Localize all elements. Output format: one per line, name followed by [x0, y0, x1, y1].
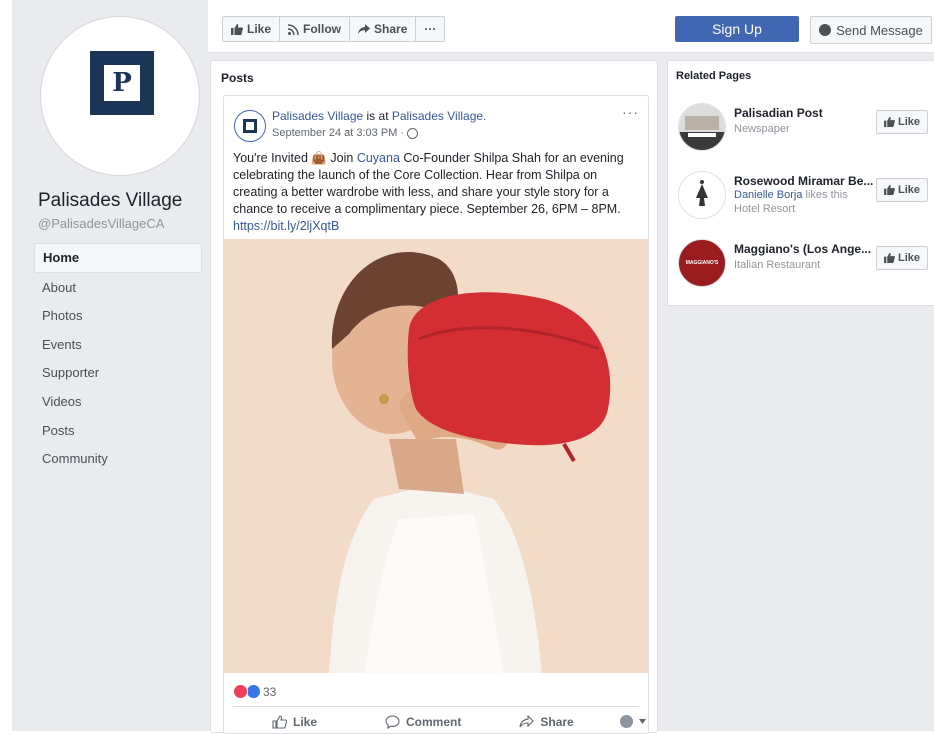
post-header: Palisades Village is at Palisades Villag…: [272, 109, 486, 123]
post-timestamp[interactable]: September 24 at 3:03 PM ·: [272, 127, 419, 139]
related-page-category: Hotel Resort: [734, 203, 796, 215]
related-like-label: Like: [897, 116, 920, 128]
related-like-label: Like: [897, 184, 920, 196]
nav-item-community[interactable]: Community: [34, 445, 202, 473]
post-share-label: Share: [540, 714, 574, 729]
post-is-at: is at: [366, 109, 389, 123]
rss-icon: [288, 23, 299, 35]
page-title[interactable]: Palisades Village: [38, 190, 182, 212]
page-handle[interactable]: @PalisadesVillageCA: [38, 216, 164, 231]
share-label: Share: [374, 22, 408, 36]
related-like-button[interactable]: Like: [876, 246, 928, 270]
follow-label: Follow: [303, 22, 342, 36]
profile-picture[interactable]: P: [40, 16, 200, 176]
more-options-button[interactable]: ···: [416, 17, 444, 41]
post-card: Palisades Village is at Palisades Villag…: [223, 95, 649, 734]
like-page-button[interactable]: Like: [223, 17, 281, 41]
page-avatar-icon: [619, 715, 633, 728]
thumbs-up-icon: [884, 253, 895, 263]
nav-item-photos[interactable]: Photos: [34, 302, 202, 330]
love-reaction-icon: [233, 684, 248, 699]
thumbs-up-icon: [884, 117, 895, 127]
caret-down-icon: [638, 719, 646, 724]
post-date-label: September 24 at 3:03 PM ·: [272, 127, 405, 139]
post-like-label: Like: [293, 714, 318, 729]
palisadian-post-avatar[interactable]: [678, 103, 726, 151]
comment-bubble-icon: [385, 714, 400, 729]
divider: [233, 706, 639, 707]
left-column: P Palisades Village @PalisadesVillageCA …: [12, 0, 208, 731]
related-page-name[interactable]: Rosewood Miramar Be...: [734, 174, 874, 188]
nav-item-about[interactable]: About: [34, 274, 202, 302]
post-like-button[interactable]: Like: [272, 715, 317, 729]
related-friend-line: Danielle Borja likes this: [734, 189, 848, 201]
related-page-item: Rosewood Miramar Be... Danielle Borja li…: [678, 171, 934, 221]
globe-icon: [407, 127, 419, 139]
nav-item-posts[interactable]: Posts: [34, 417, 202, 445]
cuyana-mention-link[interactable]: Cuyana: [357, 151, 400, 165]
post-body: You're Invited 👜 Join Cuyana Co-Founder …: [233, 150, 641, 235]
rosewood-avatar[interactable]: [678, 171, 726, 219]
related-page-category: Italian Restaurant: [734, 259, 821, 271]
maggianos-logo-text: MAGGIANO'S: [685, 260, 719, 266]
related-page-name[interactable]: Palisadian Post: [734, 106, 874, 120]
post-photo[interactable]: [224, 239, 648, 673]
reaction-summary[interactable]: 33: [233, 684, 276, 699]
maggianos-avatar[interactable]: MAGGIANO'S: [678, 239, 726, 287]
post-as-selector[interactable]: [619, 715, 646, 728]
page-action-group: Like Follow Share ···: [222, 16, 446, 42]
page-action-bar: Like Follow Share ··· Sign Up Send Messa…: [208, 0, 934, 53]
palisades-logo: P: [90, 51, 154, 115]
related-like-button[interactable]: Like: [876, 110, 928, 134]
post-comment-label: Comment: [406, 714, 462, 729]
logo-letter: P: [112, 68, 132, 98]
related-pages-heading: Related Pages: [676, 70, 752, 82]
post-author-link[interactable]: Palisades Village: [272, 109, 363, 123]
nav-item-supporter[interactable]: Supporter: [34, 359, 202, 387]
posts-panel: Posts Palisades Village is at Palisades …: [210, 60, 658, 734]
related-pages-panel: Related Pages Palisadian Post Newspaper …: [667, 60, 934, 306]
share-page-button[interactable]: Share: [350, 17, 417, 41]
page-nav: Home About Photos Events Supporter Video…: [34, 243, 202, 474]
thumbs-up-outline-icon: [272, 714, 287, 729]
post-share-button[interactable]: Share: [519, 714, 574, 729]
nav-item-home[interactable]: Home: [34, 243, 202, 273]
send-message-label: Send Message: [836, 22, 923, 38]
posts-heading: Posts: [221, 71, 254, 85]
post-action-bar: Like Comment Share: [224, 710, 648, 733]
related-page-category: Newspaper: [734, 123, 790, 135]
nav-item-events[interactable]: Events: [34, 331, 202, 359]
thumbs-up-icon: [231, 23, 243, 35]
related-page-item: MAGGIANO'S Maggiano's (Los Ange... Itali…: [678, 239, 934, 289]
share-outline-icon: [519, 715, 535, 728]
friend-link[interactable]: Danielle Borja: [734, 189, 802, 201]
friend-suffix: likes this: [802, 189, 848, 201]
like-reaction-icon: [246, 684, 261, 699]
post-text-intro: You're Invited 👜 Join: [233, 151, 357, 165]
share-arrow-icon: [358, 24, 371, 34]
follow-button[interactable]: Follow: [280, 17, 351, 41]
woman-with-red-bag-image: [224, 239, 648, 673]
post-url-link[interactable]: https://bit.ly/2ljXqtB: [233, 219, 339, 233]
related-page-name[interactable]: Maggiano's (Los Ange...: [734, 242, 874, 256]
nav-item-videos[interactable]: Videos: [34, 388, 202, 416]
like-label: Like: [247, 22, 272, 36]
reaction-count: 33: [263, 684, 277, 699]
post-author-avatar[interactable]: [234, 110, 266, 142]
post-place-link[interactable]: Palisades Village.: [392, 109, 487, 123]
messenger-icon: [819, 24, 832, 36]
related-like-label: Like: [897, 252, 920, 264]
thumbs-up-icon: [884, 185, 895, 195]
related-page-item: Palisadian Post Newspaper Like: [678, 103, 934, 153]
related-like-button[interactable]: Like: [876, 178, 928, 202]
sign-up-button[interactable]: Sign Up: [675, 16, 799, 42]
post-options-button[interactable]: ···: [622, 104, 639, 120]
send-message-button[interactable]: Send Message: [810, 16, 932, 44]
post-comment-button[interactable]: Comment: [385, 715, 461, 729]
